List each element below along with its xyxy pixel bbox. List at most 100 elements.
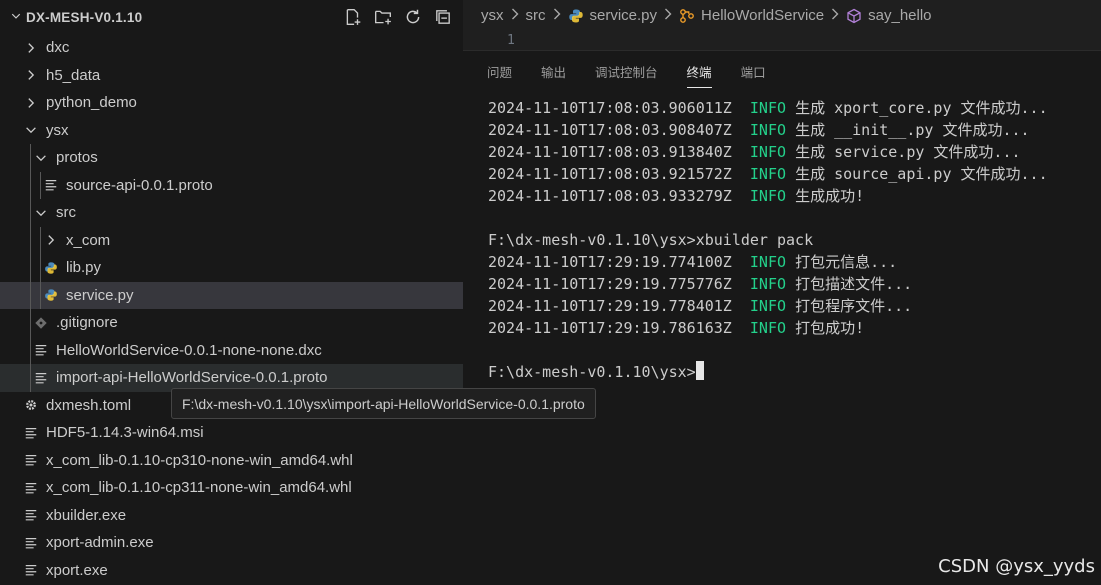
tree-item-ysx[interactable]: ysx: [0, 117, 463, 145]
chevron-down-icon[interactable]: [32, 204, 50, 222]
python-file-icon: [42, 286, 60, 304]
tree-item-source-api-0-0-1-proto[interactable]: source-api-0.0.1.proto: [0, 171, 463, 199]
terminal-text: F:\dx-mesh-v0.1.10\ysx>xbuilder pack: [488, 231, 814, 249]
log-message: 打包描述文件...: [795, 275, 913, 293]
text-file-icon: [22, 506, 40, 524]
editor-area: ysx src service.py HelloWorldService say_hel…: [463, 0, 1101, 50]
tree-item-label: source-api-0.0.1.proto: [66, 176, 213, 194]
tree-item-src[interactable]: src: [0, 199, 463, 227]
refresh-icon[interactable]: [401, 6, 425, 28]
python-file-icon: [42, 259, 60, 277]
breadcrumb: ysx src service.py HelloWorldService say_hel…: [481, 7, 932, 24]
chevron-down-icon[interactable]: [32, 149, 50, 167]
text-file-icon: [32, 341, 50, 359]
tree-item-protos[interactable]: protos: [0, 144, 463, 172]
tree-item-xbuilder-exe[interactable]: xbuilder.exe: [0, 502, 463, 530]
breadcrumb-label: src: [525, 7, 546, 24]
tree-item-x-com-lib-0-1-10-cp311-none-win-amd64-whl[interactable]: x_com_lib-0.1.10-cp311-none-win_amd64.wh…: [0, 474, 463, 502]
breadcrumb-item-ysx[interactable]: ysx: [481, 7, 504, 24]
chevron-down-icon[interactable]: [22, 121, 40, 139]
tree-item-label: dxmesh.toml: [46, 396, 132, 414]
indent-guide: [30, 254, 31, 282]
panel-tab-2[interactable]: 调试控制台: [595, 59, 658, 88]
terminal-output[interactable]: 2024-11-10T17:08:03.906011Z INFO 生成 xpor…: [488, 97, 1091, 383]
breadcrumb-item-service-py[interactable]: service.py: [568, 7, 657, 24]
log-level: INFO: [749, 143, 787, 161]
log-message: 打包成功!: [795, 319, 865, 337]
explorer-title: DX-MESH-V0.1.10: [26, 9, 143, 25]
log-level: INFO: [749, 297, 787, 315]
explorer-header[interactable]: DX-MESH-V0.1.10: [0, 0, 463, 34]
tree-item-hdf5-1-14-3-win64-msi[interactable]: HDF5-1.14.3-win64.msi: [0, 419, 463, 447]
class-icon: [679, 8, 701, 24]
chevron-right-icon[interactable]: [22, 39, 40, 57]
explorer-sidebar: DX-MESH-V0.1.10 dxc h5_data python_demoysx…: [0, 0, 463, 585]
tree-item-label: python_demo: [46, 94, 137, 112]
breadcrumb-item-src[interactable]: src: [526, 7, 546, 24]
tree-item-label: dxc: [46, 39, 70, 57]
file-tree: dxc h5_data python_demoysx protos source-api…: [0, 34, 463, 584]
log-timestamp: 2024-11-10T17:08:03.921572Z: [488, 165, 732, 183]
collapse-all-icon[interactable]: [431, 6, 455, 28]
terminal-line: 2024-11-10T17:08:03.921572Z INFO 生成 sour…: [488, 163, 1091, 185]
tree-item-python-demo[interactable]: python_demo: [0, 89, 463, 117]
tree-item-label: xbuilder.exe: [46, 506, 127, 524]
tree-item-xport-admin-exe[interactable]: xport-admin.exe: [0, 529, 463, 557]
panel-tab-3[interactable]: 终端: [686, 59, 712, 88]
tree-item-label: ysx: [46, 121, 69, 139]
new-folder-icon[interactable]: [371, 6, 395, 28]
panel-tab-0[interactable]: 问题: [487, 59, 512, 88]
new-file-icon[interactable]: [341, 6, 365, 28]
gear-icon: [22, 396, 40, 414]
line-number: 1: [507, 33, 515, 48]
log-timestamp: 2024-11-10T17:08:03.913840Z: [488, 143, 732, 161]
tree-item-label: import-api-HelloWorldService-0.0.1.proto: [56, 369, 328, 387]
tree-item-h5-data[interactable]: h5_data: [0, 62, 463, 90]
tree-item-dxc[interactable]: dxc: [0, 34, 463, 62]
tree-item-x-com[interactable]: x_com: [0, 226, 463, 254]
log-level: INFO: [749, 165, 787, 183]
chevron-right-icon: [663, 7, 673, 24]
terminal-line: 2024-11-10T17:08:03.908407Z INFO 生成 __in…: [488, 119, 1091, 141]
text-file-icon: [22, 451, 40, 469]
breadcrumb-item-say-hello[interactable]: say_hello: [846, 7, 932, 24]
tree-item-label: xport-admin.exe: [46, 534, 154, 552]
chevron-right-icon[interactable]: [22, 66, 40, 84]
watermark: CSDN @ysx_yyds: [938, 556, 1095, 577]
tree-item-label: x_com_lib-0.1.10-cp310-none-win_amd64.wh…: [46, 451, 353, 469]
tree-item-label: src: [56, 204, 76, 222]
panel-tab-4[interactable]: 端口: [741, 59, 766, 88]
tree-item-label: .gitignore: [56, 314, 118, 332]
chevron-down-icon[interactable]: [10, 10, 26, 25]
python-icon: [568, 8, 590, 24]
tree-item-lib-py[interactable]: lib.py: [0, 254, 463, 282]
tree-item-label: service.py: [66, 286, 134, 304]
panel-tabs: 问题 输出 调试控制台 终端 端口: [487, 59, 795, 88]
indent-guide: [40, 281, 41, 309]
explorer-actions: [341, 6, 455, 28]
tree-item-helloworldservice-0-0-1-none-none-dxc[interactable]: HelloWorldService-0.0.1-none-none.dxc: [0, 336, 463, 364]
log-message: 生成 xport_core.py 文件成功...: [795, 99, 1048, 117]
breadcrumb-label: ysx: [481, 7, 504, 24]
panel-tab-1[interactable]: 输出: [541, 59, 566, 88]
log-message: 生成 __init__.py 文件成功...: [795, 121, 1030, 139]
chevron-right-icon: [830, 7, 840, 24]
text-file-icon: [42, 176, 60, 194]
tree-item-label: lib.py: [66, 259, 102, 277]
terminal-line: 2024-11-10T17:29:19.786163Z INFO 打包成功!: [488, 317, 1091, 339]
tree-item-x-com-lib-0-1-10-cp310-none-win-amd64-whl[interactable]: x_com_lib-0.1.10-cp310-none-win_amd64.wh…: [0, 447, 463, 475]
log-timestamp: 2024-11-10T17:29:19.775776Z: [488, 275, 732, 293]
chevron-right-icon[interactable]: [42, 231, 60, 249]
chevron-right-icon[interactable]: [22, 94, 40, 112]
tree-item-label: h5_data: [46, 66, 101, 84]
indent-guide: [30, 226, 31, 254]
log-timestamp: 2024-11-10T17:29:19.786163Z: [488, 319, 732, 337]
breadcrumb-item-helloworldservice[interactable]: HelloWorldService: [679, 7, 824, 24]
tree-item-label: xport.exe: [46, 561, 108, 579]
log-message: 生成 service.py 文件成功...: [795, 143, 1021, 161]
tree-item-xport-exe[interactable]: xport.exe: [0, 557, 463, 585]
tree-item-gitignore[interactable]: .gitignore: [0, 309, 463, 337]
tree-item-service-py[interactable]: service.py: [0, 281, 463, 309]
tree-item-label: protos: [56, 149, 98, 167]
indent-guide: [30, 364, 31, 392]
